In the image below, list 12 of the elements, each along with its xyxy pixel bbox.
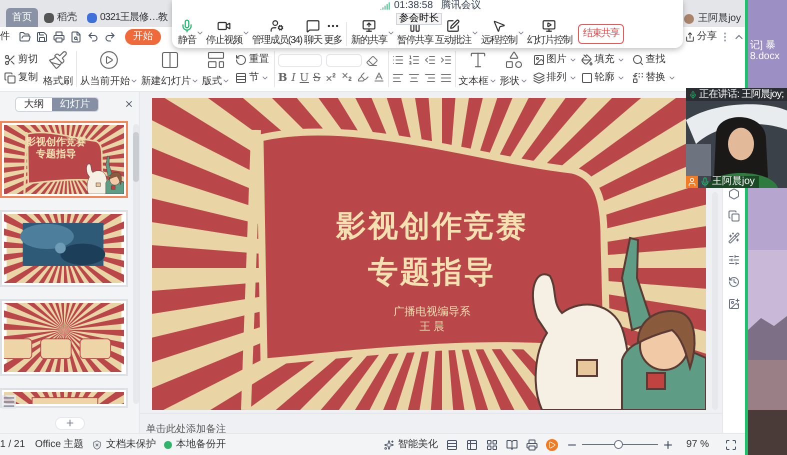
protection-status: 文档未保护	[106, 438, 156, 452]
page-indicator: 1 / 21	[0, 438, 26, 452]
participant-name: 王阿晨joy	[712, 177, 755, 187]
slide-title: 影视创作竞赛	[336, 208, 528, 246]
theme-label: Office 主题	[35, 438, 84, 452]
thumbnail-title: 专题指导	[36, 149, 76, 161]
duration-tooltip: 参会时长	[396, 13, 442, 25]
zoom-reading: 97 %	[686, 438, 709, 452]
slide-title: 专题指导	[368, 254, 496, 292]
slide-subtitle: 广播电视编导系	[394, 304, 470, 320]
slide-author: 王 晨	[419, 320, 445, 334]
meeting-time: 01:38:58	[394, 0, 433, 12]
